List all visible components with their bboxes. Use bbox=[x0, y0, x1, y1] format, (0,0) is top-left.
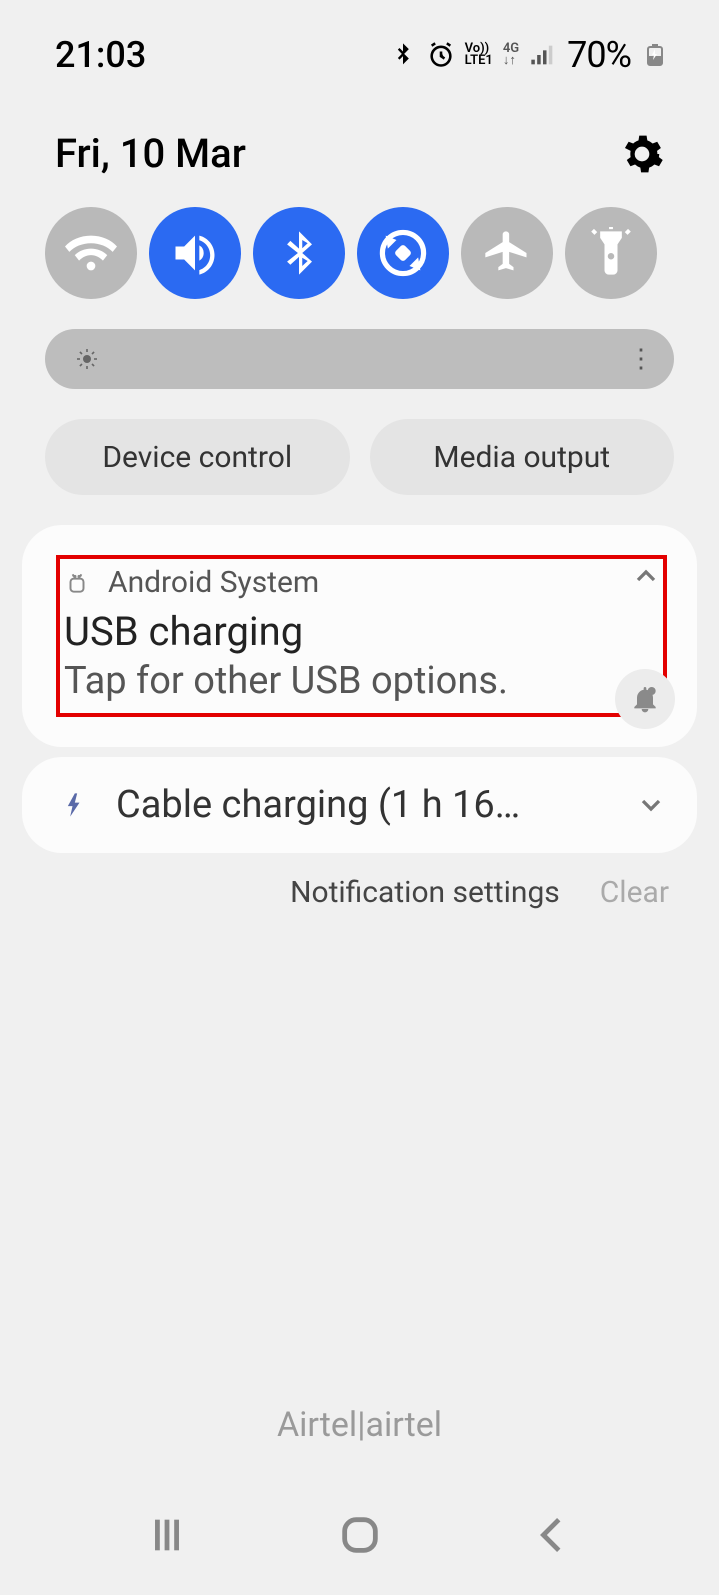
media-output-button[interactable]: Media output bbox=[370, 419, 675, 495]
bluetooth-icon bbox=[273, 227, 325, 279]
airplane-icon bbox=[481, 227, 533, 279]
notification-title: USB charging bbox=[64, 608, 659, 655]
brightness-icon bbox=[75, 347, 99, 371]
back-button[interactable] bbox=[530, 1512, 576, 1558]
toggle-wifi[interactable] bbox=[45, 207, 137, 299]
notification-settings-link[interactable]: Notification settings bbox=[290, 875, 560, 910]
notification-settings-bubble[interactable] bbox=[615, 669, 675, 729]
home-button[interactable] bbox=[337, 1512, 383, 1558]
toggle-sound[interactable] bbox=[149, 207, 241, 299]
quick-toggle-row bbox=[0, 207, 719, 299]
volte-indicator: Vo))LTE1 bbox=[465, 43, 493, 67]
chevron-up-icon bbox=[630, 560, 662, 592]
toggle-airplane[interactable] bbox=[461, 207, 553, 299]
network-type-indicator: 4G↓↑ bbox=[503, 43, 519, 67]
carrier-label: Airtel|airtel bbox=[0, 1405, 719, 1445]
android-system-icon bbox=[64, 570, 90, 596]
panel-date: Fri, 10 Mar bbox=[55, 130, 246, 177]
battery-charging-icon bbox=[641, 41, 669, 69]
status-right: Vo))LTE1 4G↓↑ 70% bbox=[389, 34, 669, 76]
wifi-icon bbox=[65, 227, 117, 279]
chip-label: Media output bbox=[433, 440, 610, 475]
settings-button[interactable] bbox=[620, 132, 664, 176]
recents-icon bbox=[144, 1512, 190, 1558]
flashlight-icon bbox=[585, 227, 637, 279]
clear-notifications-link[interactable]: Clear bbox=[600, 875, 669, 910]
chevron-down-icon bbox=[635, 789, 667, 821]
panel-header: Fri, 10 Mar bbox=[0, 110, 719, 197]
bell-icon bbox=[629, 683, 661, 715]
notification-app-name: Android System bbox=[108, 565, 319, 600]
notification-app-row: Android System bbox=[64, 565, 659, 600]
brightness-slider[interactable]: ⋮ bbox=[45, 329, 674, 389]
toggle-flashlight[interactable] bbox=[565, 207, 657, 299]
auto-rotate-icon bbox=[377, 227, 429, 279]
notification-links: Notification settings Clear bbox=[0, 853, 719, 910]
collapse-button[interactable] bbox=[630, 560, 662, 592]
lightning-icon bbox=[62, 791, 90, 819]
notification-usb-charging[interactable]: Android System USB charging Tap for othe… bbox=[22, 525, 697, 747]
device-control-button[interactable]: Device control bbox=[45, 419, 350, 495]
notification-cable-charging[interactable]: Cable charging (1 h 16… bbox=[22, 757, 697, 853]
toggle-auto-rotate[interactable] bbox=[357, 207, 449, 299]
back-icon bbox=[530, 1512, 576, 1558]
signal-icon bbox=[529, 41, 557, 69]
alarm-icon bbox=[427, 41, 455, 69]
toggle-bluetooth[interactable] bbox=[253, 207, 345, 299]
notification-subtitle: Tap for other USB options. bbox=[64, 659, 659, 703]
gear-icon bbox=[620, 132, 664, 176]
status-time: 21:03 bbox=[55, 34, 146, 76]
chip-label: Device control bbox=[102, 440, 292, 475]
notification-text: Cable charging (1 h 16… bbox=[116, 783, 609, 827]
status-bar: 21:03 Vo))LTE1 4G↓↑ 70% bbox=[0, 0, 719, 110]
expand-button[interactable] bbox=[635, 789, 667, 821]
recents-button[interactable] bbox=[144, 1512, 190, 1558]
volume-icon bbox=[169, 227, 221, 279]
brightness-more-button[interactable]: ⋮ bbox=[628, 344, 652, 374]
highlight-annotation: Android System USB charging Tap for othe… bbox=[56, 555, 667, 717]
chip-row: Device control Media output bbox=[0, 419, 719, 495]
home-icon bbox=[337, 1512, 383, 1558]
bluetooth-icon bbox=[389, 41, 417, 69]
navigation-bar bbox=[0, 1475, 719, 1595]
battery-percent: 70% bbox=[567, 34, 631, 76]
